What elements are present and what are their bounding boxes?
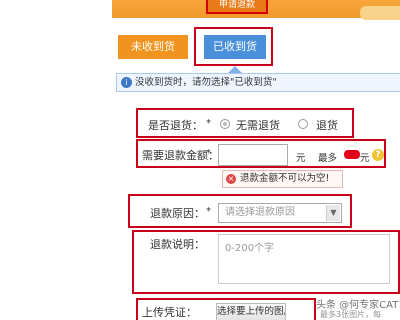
refund-desc-label: 退款说明： — [150, 238, 205, 251]
notice-banner: i 没收到货时，请勿选择"已收到货" — [116, 73, 400, 92]
radio-return-label: 退货 — [316, 119, 338, 132]
radio-return[interactable] — [298, 119, 308, 129]
upload-label: 上传凭证： — [142, 306, 197, 319]
watermark-sub: 最多3张图片，每 — [320, 310, 382, 319]
help-icon[interactable]: ? — [372, 149, 384, 161]
tab-not-received[interactable]: 未收到货 — [118, 35, 188, 59]
radio-no-return-label: 无需退货 — [236, 119, 280, 132]
active-tab-pointer — [228, 66, 242, 73]
notice-text: 没收到货时，请勿选择"已收到货" — [135, 77, 277, 88]
apply-refund-tab[interactable]: 申请退款 — [206, 0, 268, 14]
refund-reason-label: 退款原因： — [150, 207, 205, 220]
error-x-icon: × — [226, 174, 236, 184]
refund-desc-textarea[interactable]: 0-200个字 — [218, 234, 390, 284]
upload-button[interactable]: 选择要上传的图片 — [216, 303, 286, 320]
refund-reason-select[interactable]: 请选择退款原因 ▼ — [218, 203, 342, 223]
tab-received[interactable]: 已收到货 — [204, 35, 266, 59]
error-text: 退款金额不可以为空! — [240, 173, 330, 184]
refund-reason-placeholder: 请选择退款原因 — [225, 207, 295, 218]
required-mark: * — [206, 148, 211, 159]
refund-amount-error: × 退款金额不可以为空! — [222, 170, 343, 188]
chevron-down-icon[interactable]: ▼ — [326, 205, 340, 221]
max-prefix: 最多 — [318, 153, 338, 164]
left-margin — [0, 0, 112, 320]
currency-unit: 元 — [296, 153, 306, 164]
header-decoration — [360, 6, 400, 20]
refund-amount-input[interactable] — [218, 144, 288, 166]
required-mark: * — [206, 206, 211, 217]
redacted-amount — [344, 150, 360, 159]
info-icon: i — [121, 77, 132, 88]
refund-panel: 申请退款 未收到货 已收到货 i 没收到货时，请勿选择"已收到货" 是否退货： … — [112, 0, 400, 320]
return-goods-label: 是否退货： — [148, 119, 203, 132]
radio-no-return[interactable] — [220, 119, 230, 129]
required-mark: * — [206, 118, 211, 129]
max-unit: 元 — [360, 153, 370, 164]
